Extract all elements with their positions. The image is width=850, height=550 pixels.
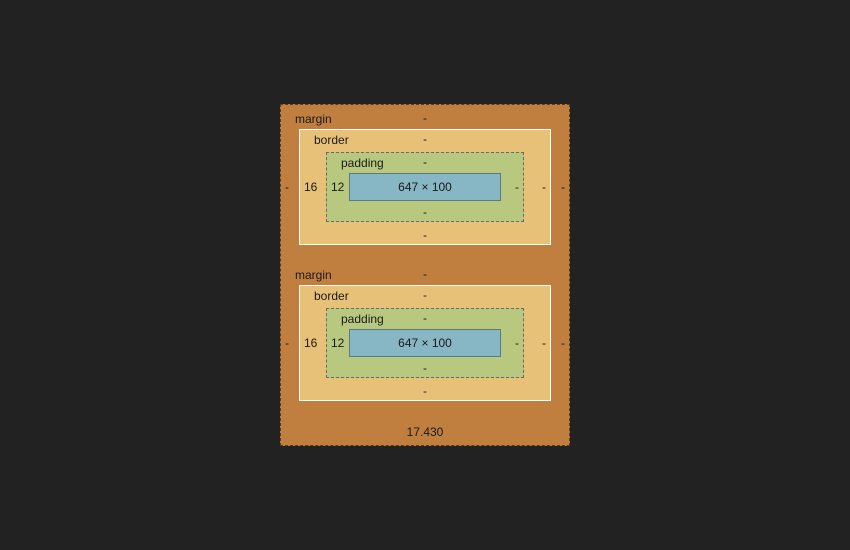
panel-bottom-value: 17.430	[281, 421, 569, 445]
box-model-2: margin - - - border - - - 16 padding - -…	[281, 265, 569, 421]
margin-region: margin - - - border - - - 16 padding - -…	[281, 109, 569, 265]
margin-left: -	[285, 337, 289, 349]
padding-left: 12	[331, 337, 344, 349]
margin-right: -	[561, 337, 565, 349]
content-region: 647 × 100	[349, 329, 501, 357]
margin-top: -	[423, 268, 427, 280]
padding-top: -	[423, 156, 427, 168]
padding-top: -	[423, 312, 427, 324]
border-label: border	[314, 133, 349, 147]
padding-bottom: -	[423, 206, 427, 218]
margin-right: -	[561, 181, 565, 193]
box-model-1: margin - - - border - - - 16 padding - -…	[281, 109, 569, 265]
padding-region: padding - - - 12 647 × 100	[326, 152, 524, 222]
content-region: 647 × 100	[349, 173, 501, 201]
padding-label: padding	[341, 156, 384, 170]
border-top: -	[423, 289, 427, 301]
margin-label: margin	[295, 268, 332, 282]
margin-region: margin - - - border - - - 16 padding - -…	[281, 265, 569, 421]
border-right: -	[542, 181, 546, 193]
border-region: border - - - 16 padding - - - 12 647 × 1…	[299, 129, 551, 245]
padding-left: 12	[331, 181, 344, 193]
border-label: border	[314, 289, 349, 303]
border-top: -	[423, 133, 427, 145]
border-left: 16	[304, 337, 317, 349]
border-left: 16	[304, 181, 317, 193]
margin-left: -	[285, 181, 289, 193]
margin-label: margin	[295, 112, 332, 126]
box-model-panel: margin - - - border - - - 16 padding - -…	[280, 104, 570, 446]
margin-top: -	[423, 112, 427, 124]
padding-right: -	[515, 181, 519, 193]
border-region: border - - - 16 padding - - - 12 647 × 1…	[299, 285, 551, 401]
padding-region: padding - - - 12 647 × 100	[326, 308, 524, 378]
border-bottom: -	[423, 385, 427, 397]
border-right: -	[542, 337, 546, 349]
padding-bottom: -	[423, 362, 427, 374]
padding-right: -	[515, 337, 519, 349]
padding-label: padding	[341, 312, 384, 326]
border-bottom: -	[423, 229, 427, 241]
